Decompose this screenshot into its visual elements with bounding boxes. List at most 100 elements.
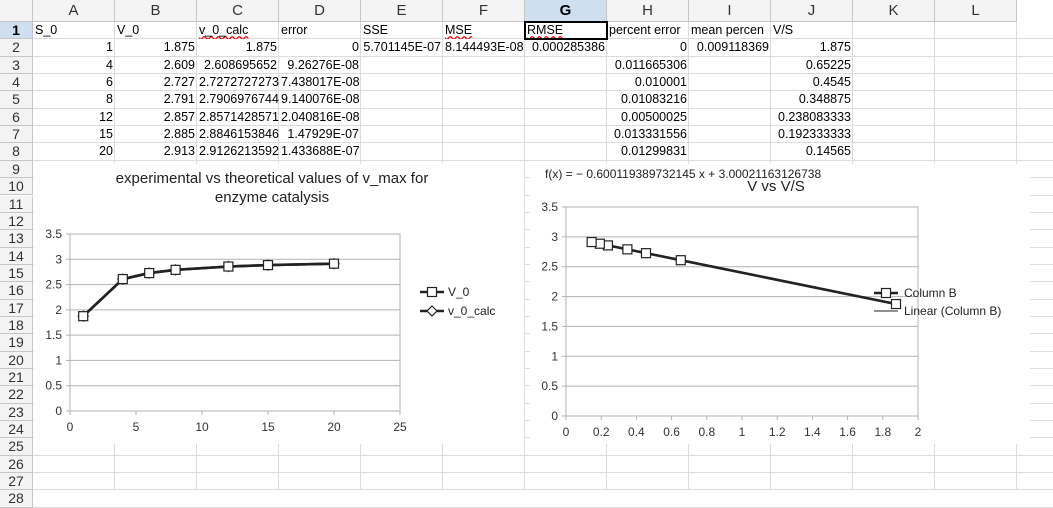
cell-b7[interactable]: 2.885 — [115, 126, 197, 143]
cell-b3[interactable]: 2.609 — [115, 57, 197, 74]
cell-h4[interactable]: 0.010001 — [607, 74, 689, 91]
header-cell-i[interactable]: mean percen — [689, 22, 771, 39]
cell-h6[interactable]: 0.00500025 — [607, 109, 689, 126]
cell-j7[interactable]: 0.192333333 — [771, 126, 853, 143]
row-header-14[interactable]: 14 — [0, 247, 33, 265]
column-header-d[interactable]: D — [279, 0, 361, 22]
column-header-a[interactable]: A — [33, 0, 115, 22]
chart-v-vs-vs[interactable]: 0 0.5 1 1.5 2 2.5 3 3.5 0 0.2 0.4 0.6 0.8 1 1.2 1.4 1.6 1… — [530, 164, 1030, 444]
column-header-f[interactable]: F — [443, 0, 525, 22]
cell-d4[interactable]: 7.438017E-08 — [279, 74, 361, 91]
cell-j5[interactable]: 0.348875 — [771, 91, 853, 108]
column-header-g[interactable]: G — [525, 0, 607, 22]
cell-d7[interactable]: 1.47929E-07 — [279, 126, 361, 143]
header-cell-j[interactable]: V/S — [771, 22, 853, 39]
cell-g2[interactable]: 0.000285386 — [525, 39, 607, 56]
cell-j8[interactable]: 0.14565 — [771, 143, 853, 160]
row-header-12[interactable]: 12 — [0, 212, 33, 231]
select-all-corner[interactable] — [0, 0, 33, 22]
cell-b6[interactable]: 2.857 — [115, 109, 197, 126]
header-cell-d[interactable]: error — [279, 22, 361, 39]
row-header-18[interactable]: 18 — [0, 316, 33, 335]
row-header-10[interactable]: 10 — [0, 178, 33, 196]
row-header-13[interactable]: 13 — [0, 230, 33, 248]
header-cell-e[interactable]: SSE — [361, 22, 443, 39]
cell-b2[interactable]: 1.875 — [115, 39, 197, 56]
cell-j6[interactable]: 0.238083333 — [771, 109, 853, 126]
column-header-k[interactable]: K — [853, 0, 935, 22]
row-header-5[interactable]: 5 — [0, 91, 33, 109]
row-header-1[interactable]: 1 — [0, 22, 33, 40]
cell-h3[interactable]: 0.011665306 — [607, 57, 689, 74]
row-header-8[interactable]: 8 — [0, 143, 33, 161]
row-header-22[interactable]: 22 — [0, 386, 33, 404]
header-cell-g[interactable]: RMSE — [525, 22, 607, 39]
cell-h2[interactable]: 0 — [607, 39, 689, 56]
cell-b8[interactable]: 2.913 — [115, 143, 197, 160]
cell-a7[interactable]: 15 — [33, 126, 115, 143]
cell-c2[interactable]: 1.875 — [197, 39, 279, 56]
row-header-6[interactable]: 6 — [0, 108, 33, 127]
row-header-11[interactable]: 11 — [0, 195, 33, 213]
row-header-17[interactable]: 17 — [0, 299, 33, 317]
header-cell-f[interactable]: MSE — [443, 22, 525, 39]
chart-vmax[interactable]: 0 0.5 1 1.5 2 2.5 3 3.5 0 5 10 15 20 25 experimental v… — [34, 164, 524, 444]
cell-d5[interactable]: 9.140076E-08 — [279, 91, 361, 108]
cell-c8[interactable]: 2.9126213592 — [197, 143, 279, 160]
row-header-21[interactable]: 21 — [0, 369, 33, 387]
column-header-j[interactable]: J — [771, 0, 853, 22]
cell-d3[interactable]: 9.26276E-08 — [279, 57, 361, 74]
cell-d2[interactable]: 0 — [279, 39, 361, 56]
column-header-i[interactable]: I — [689, 0, 771, 22]
legend-marker — [426, 286, 438, 298]
row-header-24[interactable]: 24 — [0, 421, 33, 439]
row-header-15[interactable]: 15 — [0, 264, 33, 283]
cell-a5[interactable]: 8 — [33, 91, 115, 108]
row-header-25[interactable]: 25 — [0, 438, 33, 456]
row-header-3[interactable]: 3 — [0, 56, 33, 75]
row-header-2[interactable]: 2 — [0, 39, 33, 57]
column-header-b[interactable]: B — [115, 0, 197, 22]
cell-b5[interactable]: 2.791 — [115, 91, 197, 108]
cell-a2[interactable]: 1 — [33, 39, 115, 56]
header-cell-b[interactable]: V_0 — [115, 22, 197, 39]
cell-c7[interactable]: 2.8846153846 — [197, 126, 279, 143]
cell-d8[interactable]: 1.433688E-07 — [279, 143, 361, 160]
cell-f2[interactable]: 8.144493E-08 — [443, 39, 525, 56]
cell-h8[interactable]: 0.01299831 — [607, 143, 689, 160]
row-header-19[interactable]: 19 — [0, 334, 33, 352]
column-header-c[interactable]: C — [197, 0, 279, 22]
cell-h7[interactable]: 0.013331556 — [607, 126, 689, 143]
row-header-23[interactable]: 23 — [0, 403, 33, 422]
cell-c3[interactable]: 2.608695652 — [197, 57, 279, 74]
row-header-7[interactable]: 7 — [0, 126, 33, 144]
row-header-28[interactable]: 28 — [0, 490, 33, 508]
cell-a4[interactable]: 6 — [33, 74, 115, 91]
cell-a8[interactable]: 20 — [33, 143, 115, 160]
cell-d6[interactable]: 2.040816E-08 — [279, 109, 361, 126]
row-header-26[interactable]: 26 — [0, 455, 33, 474]
row-header-9[interactable]: 9 — [0, 160, 33, 179]
cell-c6[interactable]: 2.8571428571 — [197, 109, 279, 126]
row-header-27[interactable]: 27 — [0, 473, 33, 491]
cell-j4[interactable]: 0.4545 — [771, 74, 853, 91]
column-header-h[interactable]: H — [607, 0, 689, 22]
cell-i2[interactable]: 0.009118369 — [689, 39, 771, 56]
header-cell-c[interactable]: v_0_calc — [197, 22, 279, 39]
row-header-4[interactable]: 4 — [0, 74, 33, 92]
column-header-l[interactable]: L — [935, 0, 1017, 22]
cell-c5[interactable]: 2.7906976744 — [197, 91, 279, 108]
header-cell-a[interactable]: S_0 — [33, 22, 115, 39]
header-cell-h[interactable]: percent error — [607, 22, 689, 39]
cell-j3[interactable]: 0.65225 — [771, 57, 853, 74]
column-header-e[interactable]: E — [361, 0, 443, 22]
cell-h5[interactable]: 0.01083216 — [607, 91, 689, 108]
row-header-16[interactable]: 16 — [0, 282, 33, 300]
cell-e2[interactable]: 5.701145E-07 — [361, 39, 443, 56]
cell-a6[interactable]: 12 — [33, 109, 115, 126]
cell-c4[interactable]: 2.7272727273 — [197, 74, 279, 91]
cell-a3[interactable]: 4 — [33, 57, 115, 74]
cell-j2[interactable]: 1.875 — [771, 39, 853, 56]
cell-b4[interactable]: 2.727 — [115, 74, 197, 91]
row-header-20[interactable]: 20 — [0, 351, 33, 369]
